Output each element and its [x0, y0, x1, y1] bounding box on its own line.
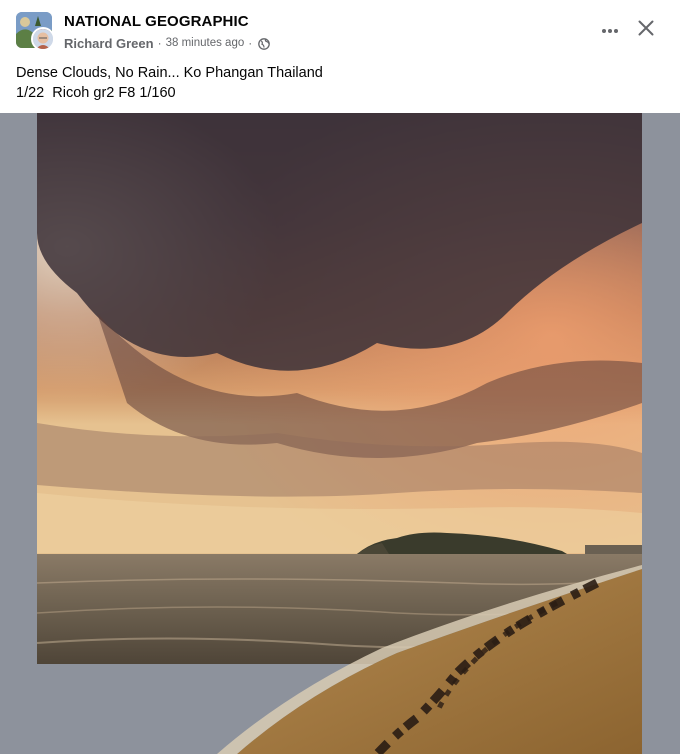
- meta-separator: ·: [157, 36, 162, 50]
- meta-separator: ·: [248, 36, 253, 50]
- post-meta: Richard Green · 38 minutes ago ·: [64, 35, 271, 51]
- more-options-button[interactable]: [594, 14, 626, 46]
- photo-viewer: [0, 113, 680, 754]
- avatar-stack[interactable]: [16, 12, 56, 52]
- post-caption: Dense Clouds, No Rain... Ko Phangan Thai…: [16, 63, 323, 103]
- globe-icon[interactable]: [258, 37, 271, 50]
- user-avatar[interactable]: [31, 27, 55, 51]
- caption-line: 1/22 Ricoh gr2 F8 1/160: [16, 85, 176, 101]
- close-button[interactable]: [630, 14, 662, 46]
- caption-line: Dense Clouds, No Rain... Ko Phangan Thai…: [16, 65, 323, 81]
- more-horizontal-icon: [601, 21, 619, 39]
- post-timestamp-link[interactable]: 38 minutes ago: [166, 37, 245, 49]
- post-photo[interactable]: [37, 113, 642, 754]
- close-icon: [638, 20, 654, 41]
- group-name-link[interactable]: NATIONAL GEOGRAPHIC: [64, 13, 249, 30]
- author-name-link[interactable]: Richard Green: [64, 36, 154, 51]
- post-header: NATIONAL GEOGRAPHIC Richard Green · 38 m…: [0, 0, 680, 113]
